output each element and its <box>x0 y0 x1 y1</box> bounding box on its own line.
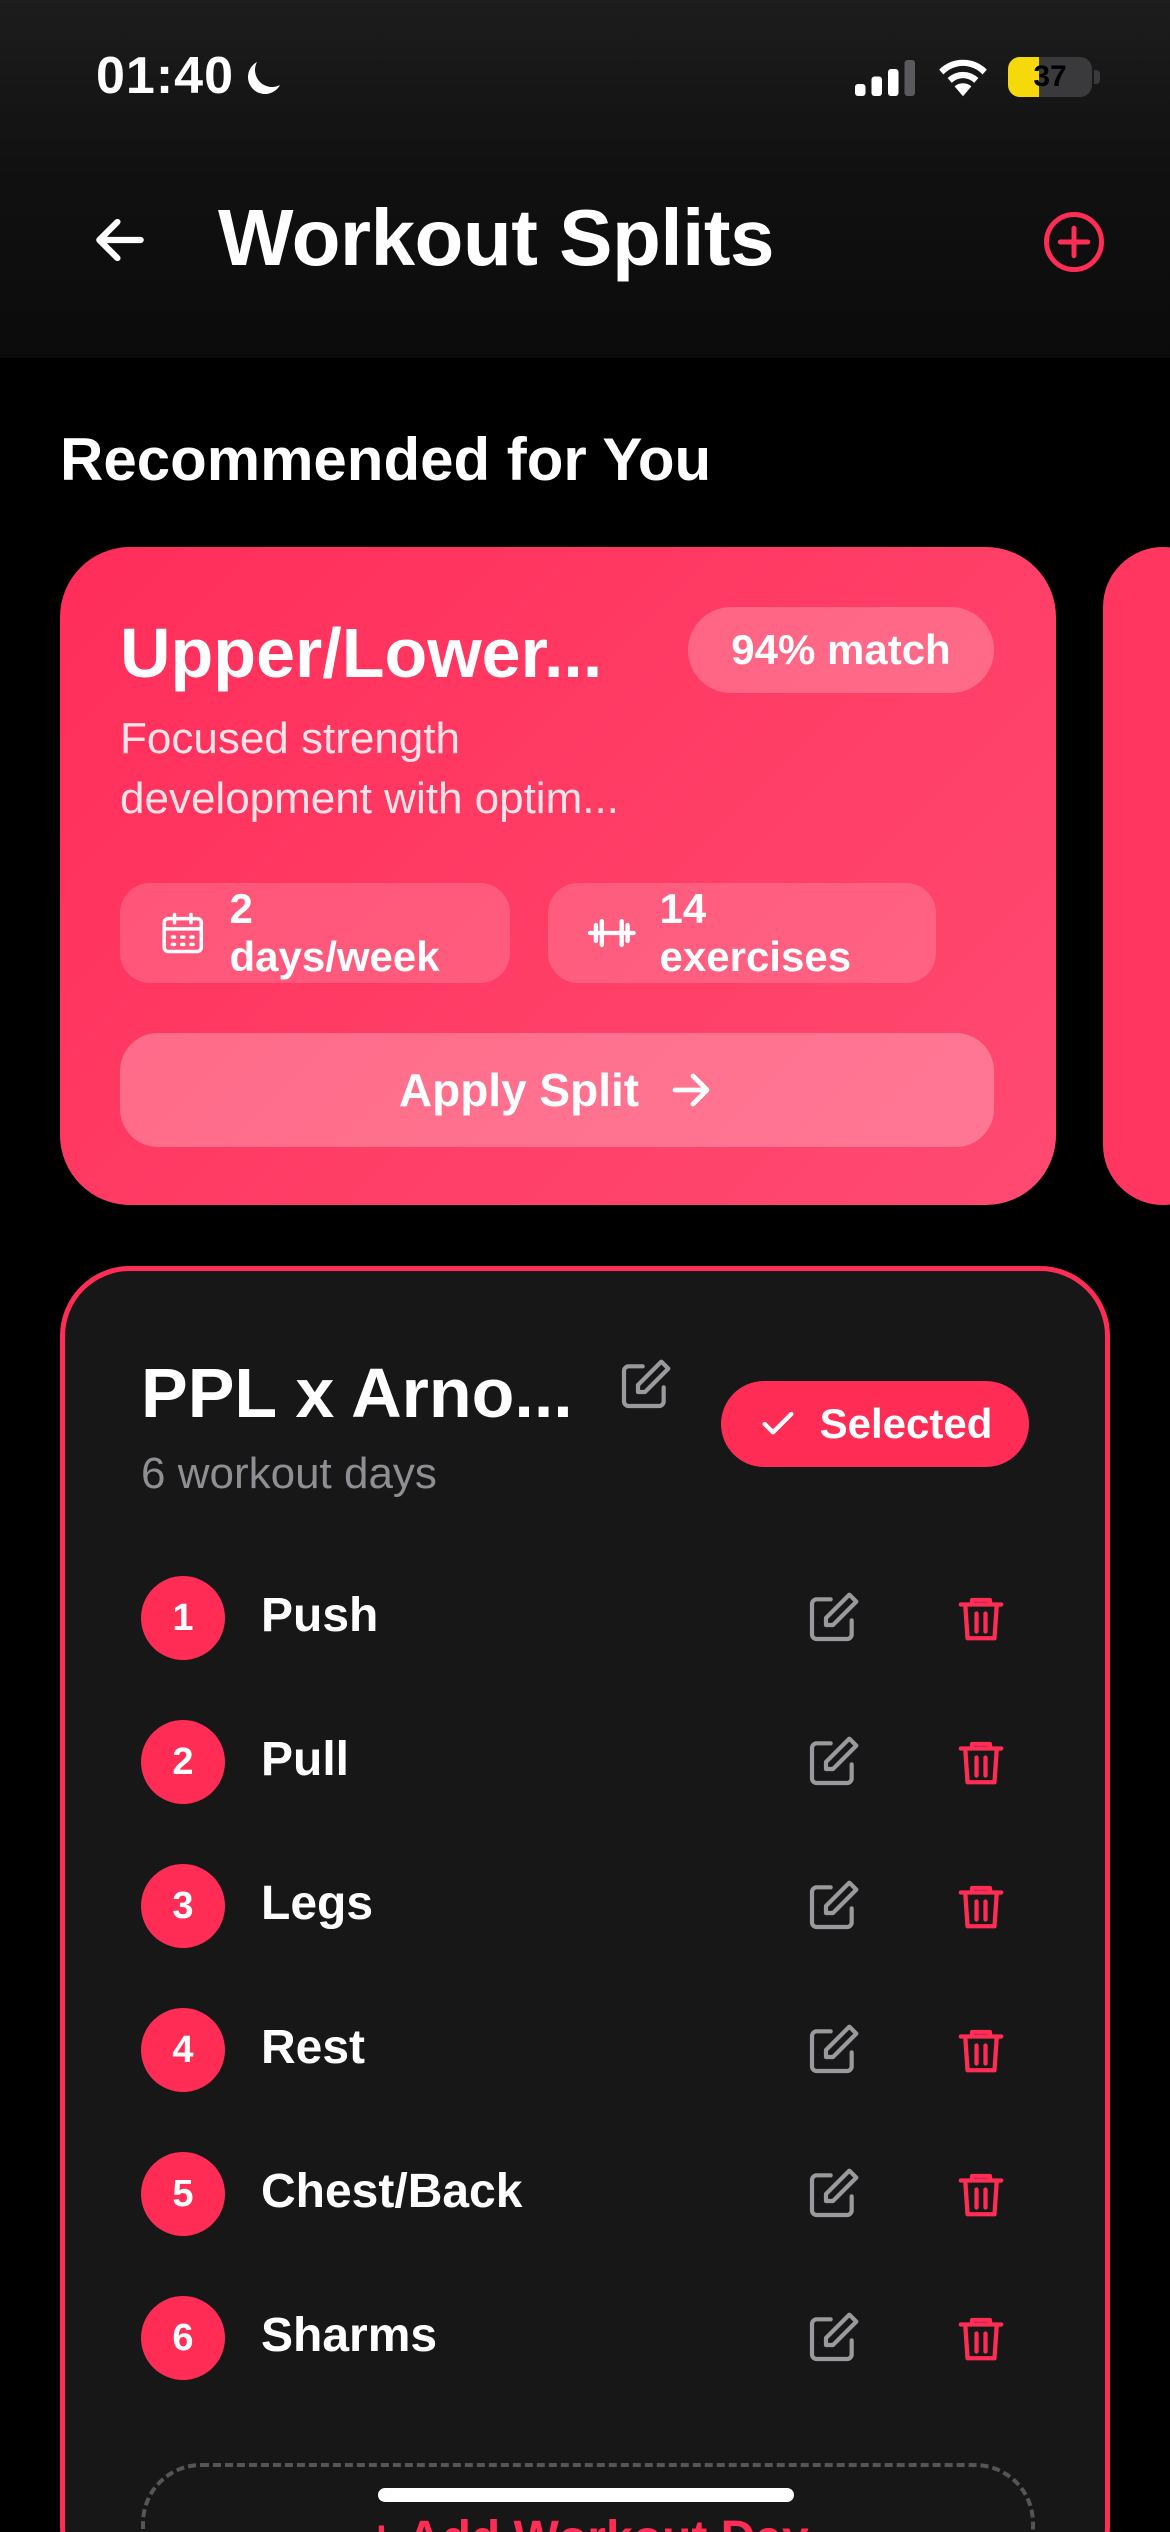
trash-icon <box>958 1597 1004 1641</box>
trash-icon <box>958 2173 1004 2217</box>
arrow-right-icon <box>672 1073 710 1107</box>
add-split-button[interactable] <box>1036 204 1112 280</box>
selected-label: Selected <box>819 1400 993 1447</box>
delete-day-button[interactable] <box>949 1730 1013 1794</box>
arrow-left-icon <box>96 218 144 262</box>
workout-day-row[interactable]: 1 Push <box>141 1576 1041 1660</box>
days-per-week-chip: 2 days/week <box>120 883 510 983</box>
workout-day-row[interactable]: 3 Legs <box>141 1864 1041 1948</box>
edit-icon <box>809 2312 859 2362</box>
add-workout-day-label: + Add Workout Day <box>145 2511 1031 2532</box>
exercises-label: 14 exercises <box>659 885 852 980</box>
delete-day-button[interactable] <box>949 2162 1013 2226</box>
header-bar: 01:40 37 Workout Splits <box>0 0 1170 358</box>
day-number-badge: 4 <box>141 2008 225 2092</box>
workout-splits-screen: 01:40 37 Workout Splits Recommended for … <box>0 0 1170 2532</box>
plus-circle-icon <box>1044 212 1104 272</box>
delete-day-button[interactable] <box>949 1874 1013 1938</box>
workout-day-row[interactable]: 6 Sharms <box>141 2296 1041 2380</box>
dumbbell-icon <box>587 918 636 948</box>
edit-icon <box>621 1359 671 1409</box>
recommended-split-description: Focused strength development with optim.… <box>120 714 619 823</box>
edit-day-button[interactable] <box>801 2306 865 2370</box>
edit-day-button[interactable] <box>801 2018 865 2082</box>
trash-icon <box>958 2029 1004 2073</box>
edit-icon <box>809 2168 859 2218</box>
wifi-icon <box>939 59 987 97</box>
day-name: Pull <box>261 1733 350 1786</box>
edit-icon <box>809 1880 859 1930</box>
edit-day-button[interactable] <box>801 1586 865 1650</box>
split-name: PPL x Arno... <box>141 1354 573 1432</box>
battery-cap <box>1094 70 1100 84</box>
delete-day-button[interactable] <box>949 2306 1013 2370</box>
edit-icon <box>809 1736 859 1786</box>
edit-split-button[interactable] <box>613 1353 677 1417</box>
page-title: Workout Splits <box>218 193 774 282</box>
apply-split-label: Apply Split <box>398 1064 640 1116</box>
next-recommended-card[interactable] <box>1103 547 1170 1205</box>
workout-day-row[interactable]: 5 Chest/Back <box>141 2152 1041 2236</box>
day-name: Rest <box>261 2021 366 2074</box>
trash-icon <box>958 1885 1004 1929</box>
selected-badge[interactable]: Selected <box>721 1381 1029 1467</box>
trash-icon <box>958 1741 1004 1785</box>
delete-day-button[interactable] <box>949 1586 1013 1650</box>
recommended-split-card[interactable]: Upper/Lower... 94% match Focused strengt… <box>60 547 1056 1205</box>
edit-day-button[interactable] <box>801 1730 865 1794</box>
day-number-badge: 2 <box>141 1720 225 1804</box>
day-name: Legs <box>261 1877 374 1930</box>
days-per-week-label: 2 days/week <box>229 885 440 980</box>
battery-icon: 37 <box>1008 57 1092 97</box>
back-button[interactable] <box>80 200 160 280</box>
moon-icon <box>248 62 280 94</box>
selected-split-card: PPL x Arno... 6 workout days Selected 1P… <box>60 1266 1110 2532</box>
edit-icon <box>809 1592 859 1642</box>
status-time: 01:40 <box>96 47 234 105</box>
battery-level: 37 <box>1033 60 1067 93</box>
workout-day-row[interactable]: 4 Rest <box>141 2008 1041 2092</box>
day-name: Push <box>261 1589 379 1642</box>
delete-day-button[interactable] <box>949 2018 1013 2082</box>
workout-day-row[interactable]: 2 Pull <box>141 1720 1041 1804</box>
apply-split-button[interactable]: Apply Split <box>120 1033 994 1147</box>
edit-day-button[interactable] <box>801 2162 865 2226</box>
exercises-chip: 14 exercises <box>548 883 936 983</box>
signal-icon <box>855 60 915 96</box>
edit-icon <box>809 2024 859 2074</box>
recommended-split-title: Upper/Lower... <box>120 614 603 692</box>
day-number-badge: 3 <box>141 1864 225 1948</box>
day-name: Chest/Back <box>261 2165 523 2218</box>
split-day-count: 6 workout days <box>141 1449 437 1498</box>
day-number-badge: 5 <box>141 2152 225 2236</box>
match-badge: 94% match <box>688 607 994 693</box>
calendar-icon <box>162 912 204 954</box>
match-label: 94% match <box>731 626 951 673</box>
day-number-badge: 6 <box>141 2296 225 2380</box>
home-indicator <box>378 2488 794 2502</box>
trash-icon <box>958 2317 1004 2361</box>
day-name: Sharms <box>261 2309 438 2362</box>
day-number-badge: 1 <box>141 1576 225 1660</box>
edit-day-button[interactable] <box>801 1874 865 1938</box>
check-icon <box>762 1411 794 1435</box>
section-title-recommended: Recommended for You <box>60 426 712 493</box>
